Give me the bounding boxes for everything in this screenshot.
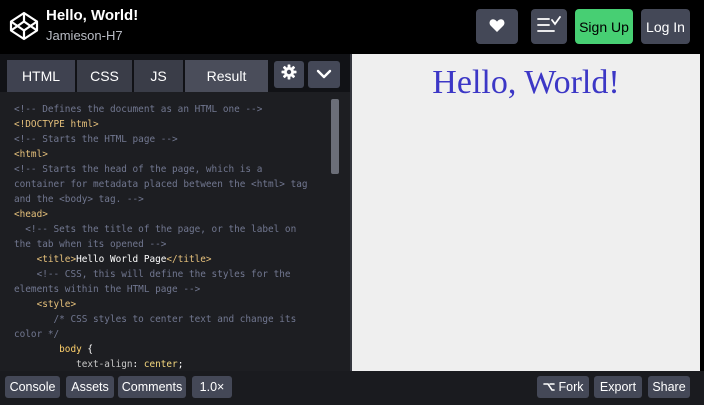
author-name[interactable]: Jamieson-H7 (46, 28, 123, 43)
code-line: container for metadata placed between th… (14, 177, 332, 192)
assets-button[interactable]: Assets (66, 376, 114, 398)
code-token: <style> (14, 299, 77, 310)
share-button[interactable]: Share (648, 376, 690, 398)
tab-html[interactable]: HTML (7, 60, 75, 92)
code-token: <!-- Defines the document as an HTML one… (14, 104, 263, 115)
export-button[interactable]: Export (594, 376, 642, 398)
code-line: <title>Hello World Page</title> (14, 252, 332, 267)
gear-icon (281, 64, 297, 85)
code-line: <!-- CSS, this will define the styles fo… (14, 267, 332, 282)
heart-icon (489, 18, 505, 36)
code-token: <!-- Starts the head of the page, which … (14, 164, 263, 175)
code-token: <html> (14, 149, 48, 160)
code-token: <!-- CSS, this will define the styles fo… (14, 269, 291, 280)
code-token: text-align (14, 359, 133, 370)
code-token: the tab when its opened --> (14, 239, 167, 250)
code-token: <!-- Sets the title of the page, or the … (14, 224, 297, 235)
code-token: <title> (14, 254, 77, 265)
code-line: <!-- Sets the title of the page, or the … (14, 222, 332, 237)
code-line: text-align: center; (14, 357, 332, 370)
codepen-logo-icon[interactable] (8, 10, 40, 42)
fork-button[interactable]: Fork (537, 376, 589, 398)
code-token: ; (177, 359, 184, 370)
code-line: body { (14, 342, 332, 357)
code-line: <!DOCTYPE html> (14, 117, 332, 132)
code-editor-panel: HTML CSS JS Result <!-- Defines the docu… (0, 54, 350, 371)
tab-css[interactable]: CSS (77, 60, 132, 92)
chevron-down-icon (316, 66, 332, 84)
tab-js[interactable]: JS (134, 60, 183, 92)
bottom-bar: Console Assets Comments 1.0× Fork Export… (0, 371, 704, 405)
code-line: the tab when its opened --> (14, 237, 332, 252)
add-to-collection-button[interactable] (531, 9, 567, 44)
code-token: { (87, 344, 94, 355)
code-line: <head> (14, 207, 332, 222)
zoom-button[interactable]: 1.0× (192, 376, 232, 398)
code-token: <head> (14, 209, 48, 220)
code-token: <!-- Starts the HTML page --> (14, 134, 178, 145)
log-in-button[interactable]: Log In (641, 9, 690, 44)
code-token: and the <body> tag. --> (14, 194, 144, 205)
code-token: center (143, 359, 178, 370)
code-token: : (132, 359, 144, 370)
fork-icon (542, 382, 555, 392)
code-line: <html> (14, 147, 332, 162)
code-line: color */ (14, 327, 332, 342)
code-line: <!-- Starts the HTML page --> (14, 132, 332, 147)
fork-label: Fork (558, 380, 584, 394)
tab-result[interactable]: Result (185, 60, 268, 92)
pen-title[interactable]: Hello, World! (46, 7, 138, 24)
code-token: elements within the HTML page --> (14, 284, 201, 295)
settings-button[interactable] (274, 61, 304, 88)
code-token: body (14, 344, 88, 355)
html-code-area[interactable]: <!-- Defines the document as an HTML one… (14, 102, 332, 370)
code-line: elements within the HTML page --> (14, 282, 332, 297)
add-to-collection-icon (537, 16, 561, 37)
code-line: <style> (14, 297, 332, 312)
code-token: Hello World Page (76, 254, 167, 265)
code-token: <!DOCTYPE html> (14, 119, 99, 130)
code-line: and the <body> tag. --> (14, 192, 332, 207)
code-token: color */ (14, 329, 60, 340)
editor-menu-button[interactable] (308, 61, 340, 88)
code-token: </title> (166, 254, 212, 265)
code-token: container for metadata placed between th… (14, 179, 308, 190)
code-line: <!-- Starts the head of the page, which … (14, 162, 332, 177)
console-button[interactable]: Console (5, 376, 60, 398)
code-line: <!-- Defines the document as an HTML one… (14, 102, 332, 117)
preview-heading: Hello, World! (432, 64, 620, 101)
top-bar: Hello, World! Jamieson-H7 Sign Up Log In (0, 0, 704, 54)
comments-button[interactable]: Comments (118, 376, 186, 398)
code-line: /* CSS styles to center text and change … (14, 312, 332, 327)
code-token: /* CSS styles to center text and change … (14, 314, 297, 325)
like-button[interactable] (476, 9, 518, 44)
editor-tabs: HTML CSS JS Result (0, 54, 350, 92)
code-scrollbar[interactable] (331, 99, 339, 174)
result-preview: Hello, World! (352, 54, 700, 371)
sign-up-button[interactable]: Sign Up (575, 9, 633, 44)
